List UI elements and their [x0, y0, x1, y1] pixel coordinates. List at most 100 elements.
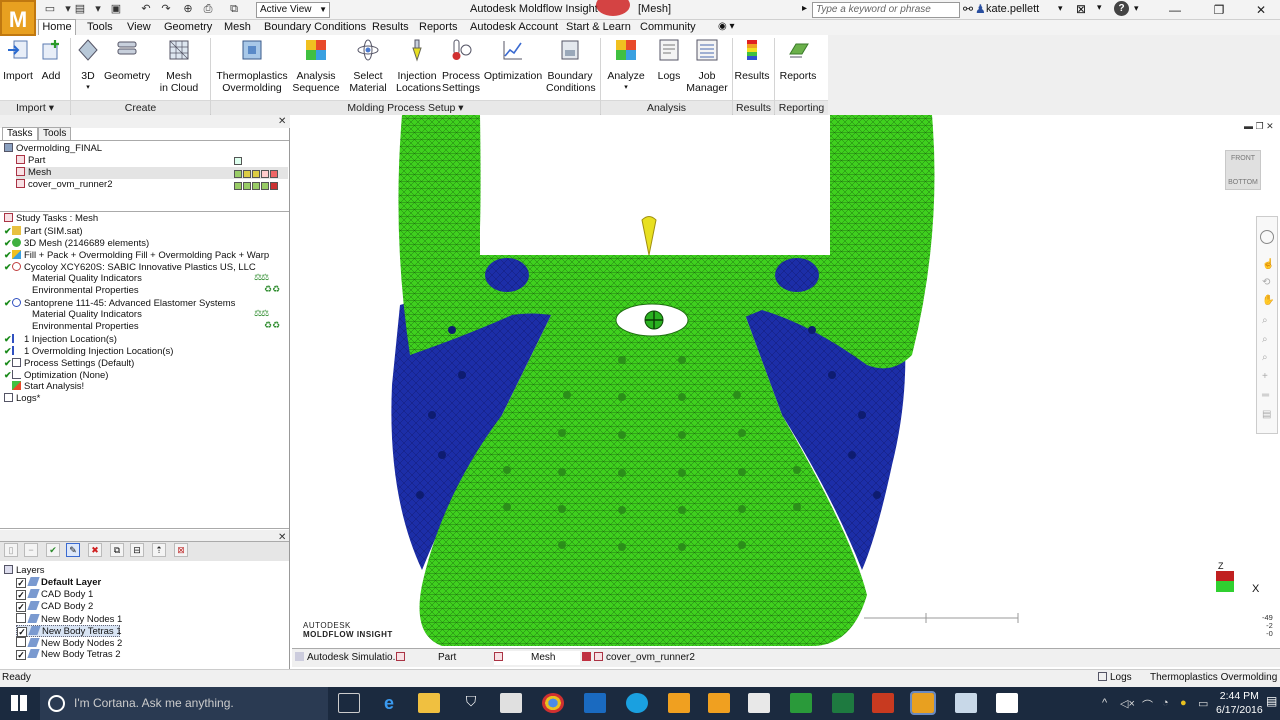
task-env-2[interactable]: Environmental Properties	[32, 321, 139, 333]
view-cube-bottom[interactable]: BOTTOM	[1226, 178, 1260, 188]
results-button[interactable]: Results	[734, 38, 770, 82]
task-material-1[interactable]: ✔ Cycoloy XCY620S: SABIC Innovative Plast…	[4, 261, 256, 273]
wifi-icon[interactable]: ◔	[1162, 697, 1169, 709]
tab-autodesk-account[interactable]: Autodesk Account	[470, 20, 558, 35]
view-cube[interactable]: FRONT BOTTOM	[1225, 150, 1261, 190]
activate-layer-icon[interactable]: ✔	[46, 543, 60, 557]
chrome-icon[interactable]	[542, 693, 564, 713]
network-icon[interactable]: ⌒	[1142, 697, 1153, 713]
help-search-input[interactable]: Type a keyword or phrase	[812, 2, 960, 18]
save-icon[interactable]: ▣	[108, 2, 124, 17]
new-layer-icon[interactable]: ▯	[4, 543, 18, 557]
layer-row[interactable]: ✓ New Body Tetras 2	[16, 649, 121, 661]
doc-tab-mesh[interactable]: Mesh	[494, 651, 580, 665]
job-manager-button[interactable]: Job Manager	[686, 38, 728, 95]
tab-start-learn[interactable]: Start & Learn	[566, 20, 631, 35]
autodesk-app-icon[interactable]	[708, 693, 730, 713]
action-center-icon[interactable]: ▤	[1266, 694, 1277, 708]
project-item-part[interactable]: Part	[16, 155, 288, 167]
chevron-down-icon[interactable]: ▾	[1097, 2, 1102, 13]
ribbon-options-icon[interactable]: ◉ ▾	[718, 20, 735, 35]
zoom-window-icon[interactable]: ⌕	[1262, 315, 1268, 326]
logs-button[interactable]: Logs	[652, 38, 686, 82]
clear-layer-icon[interactable]: ⊠	[174, 543, 188, 557]
edge-icon[interactable]: e	[378, 693, 400, 713]
doc-tab-autodesk-simulation[interactable]: Autodesk Simulatio...	[295, 651, 401, 665]
task-injection-location[interactable]: ✔ 1 Injection Location(s)	[4, 333, 117, 345]
undo-icon[interactable]: ↶	[138, 2, 154, 17]
tab-view[interactable]: View	[127, 20, 151, 35]
binoculars-icon[interactable]: ⚯	[963, 2, 973, 16]
select-icon[interactable]: ⊕	[180, 2, 196, 17]
task-optimization[interactable]: ✔ Optimization (None)	[4, 369, 108, 381]
select-material-button[interactable]: Select Material	[346, 38, 390, 95]
delete-layer-icon[interactable]: ✖	[88, 543, 102, 557]
close-icon[interactable]: ✕	[278, 116, 286, 127]
power-icon[interactable]: ▭	[1198, 697, 1208, 710]
app-icon[interactable]	[748, 693, 770, 713]
windows-start-icon[interactable]	[11, 695, 27, 711]
tab-tools[interactable]: Tools	[87, 20, 113, 35]
task-view-icon[interactable]	[338, 693, 360, 713]
chevron-down-icon[interactable]: ▾	[1134, 3, 1139, 14]
layer-row[interactable]: ✓ Default Layer	[16, 577, 101, 589]
layer-row[interactable]: New Body Nodes 1	[16, 613, 122, 625]
restore-button[interactable]: ❐	[1204, 1, 1234, 19]
task-material-2[interactable]: ✔ Santoprene 111-45: Advanced Elastomer S…	[4, 297, 235, 309]
task-mqi-2[interactable]: Material Quality Indicators	[32, 309, 142, 321]
store-icon[interactable]: ⛉	[460, 693, 482, 713]
mesh-in-cloud-button[interactable]: Mesh in Cloud	[158, 38, 200, 95]
skype-icon[interactable]	[626, 693, 648, 713]
task-analysis-sequence[interactable]: ✔ Fill + Pack + Overmolding Fill + Overmo…	[4, 249, 269, 261]
logs-status-button[interactable]: Logs	[1098, 672, 1132, 683]
assign-layer-icon[interactable]: ⇡	[152, 543, 166, 557]
dropdown-arrow-icon[interactable]: ▾	[90, 2, 106, 17]
tab-home[interactable]: Home	[38, 19, 76, 36]
task-env-1[interactable]: Environmental Properties	[32, 285, 139, 297]
view-icon[interactable]: ⧉	[226, 2, 242, 17]
system-clock[interactable]: 2:44 PM 6/17/2016	[1216, 689, 1263, 717]
autodesk-app-icon[interactable]	[668, 693, 690, 713]
open-icon[interactable]: ▤	[72, 2, 88, 17]
layer-row[interactable]: ✓ CAD Body 1	[16, 589, 93, 601]
reports-button[interactable]: Reports	[778, 38, 818, 82]
tab-geometry[interactable]: Geometry	[164, 20, 212, 35]
zoom-icon[interactable]: ⌕	[1262, 334, 1268, 345]
tab-results[interactable]: Results	[372, 20, 409, 35]
layer-row[interactable]: New Body Nodes 2	[16, 637, 122, 649]
project-item-mesh[interactable]: Mesh	[16, 167, 288, 179]
analyze-button[interactable]: Analyze ▾	[606, 38, 646, 95]
task-process-settings[interactable]: ✔ Process Settings (Default)	[4, 357, 134, 369]
camtasia-icon[interactable]	[790, 693, 812, 713]
minimize-button[interactable]: —	[1160, 1, 1190, 19]
new-project-icon[interactable]: ▭	[42, 2, 58, 17]
task-mesh[interactable]: ✔ 3D Mesh (2146689 elements)	[4, 237, 149, 249]
app-icon[interactable]	[955, 693, 977, 713]
layer-checkbox[interactable]: ✓	[16, 602, 26, 612]
tab-tasks[interactable]: Tasks	[2, 127, 38, 140]
redo-icon[interactable]: ↷	[158, 2, 174, 17]
layers-root[interactable]: Layers	[4, 565, 45, 577]
task-logs[interactable]: Logs*	[4, 393, 40, 405]
add-button[interactable]: Add	[37, 38, 65, 82]
cortana-search-box[interactable]: I'm Cortana. Ask me anything.	[40, 687, 328, 720]
geometry-button[interactable]: Geometry	[104, 38, 150, 82]
orbit-icon[interactable]: ⟲	[1262, 277, 1270, 288]
task-overmolding-injection[interactable]: ✔ 1 Overmolding Injection Location(s)	[4, 345, 173, 357]
task-part[interactable]: ✔ Part (SIM.sat)	[4, 225, 83, 237]
moldflow-taskbar-icon[interactable]	[910, 691, 936, 715]
copy-layer-icon[interactable]: ⧉	[110, 543, 124, 557]
volume-icon[interactable]: ◁×	[1120, 697, 1135, 710]
app-icon[interactable]	[996, 693, 1018, 713]
layer-checkbox[interactable]	[16, 637, 26, 647]
hand-icon[interactable]: ✋	[1262, 295, 1274, 306]
project-root[interactable]: Overmolding_FINAL	[4, 143, 102, 155]
user-account-name[interactable]: kate.pellett	[986, 3, 1039, 15]
tab-community[interactable]: Community	[640, 20, 696, 35]
camera-icon[interactable]: ▤	[1262, 409, 1271, 420]
application-menu-button[interactable]: M	[0, 0, 36, 36]
chevron-down-icon[interactable]: ▾	[1058, 3, 1063, 14]
remove-layer-icon[interactable]: −	[24, 543, 38, 557]
task-mqi-1[interactable]: Material Quality Indicators	[32, 273, 142, 285]
exchange-apps-icon[interactable]: ⊠	[1076, 2, 1086, 16]
